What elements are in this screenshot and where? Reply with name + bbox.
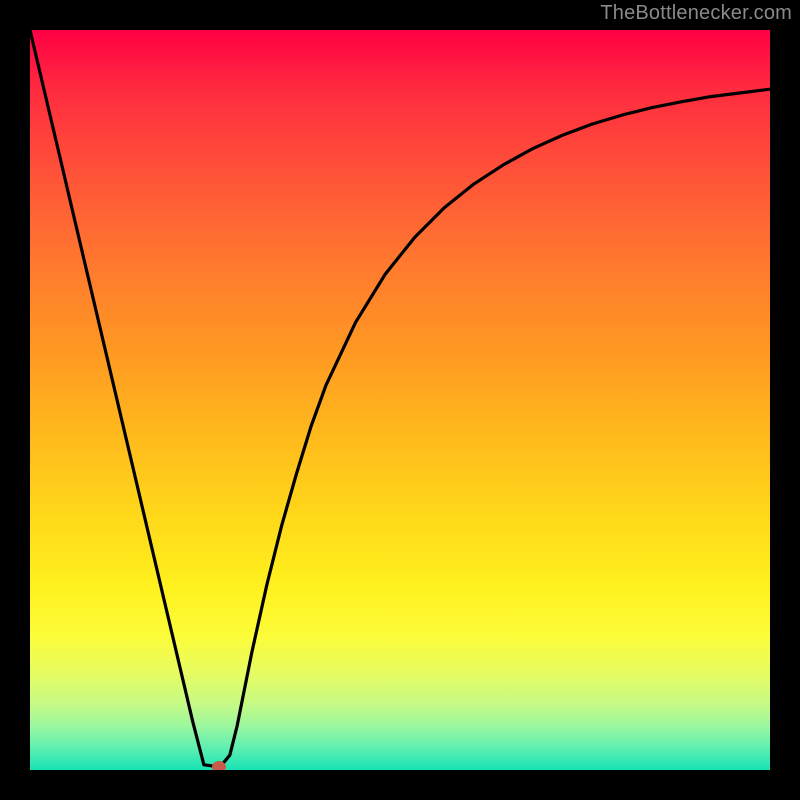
bottleneck-curve bbox=[30, 30, 770, 770]
chart-frame: TheBottlenecker.com bbox=[0, 0, 800, 800]
optimal-point-marker bbox=[212, 761, 226, 770]
plot-area bbox=[30, 30, 770, 770]
attribution-text: TheBottlenecker.com bbox=[600, 2, 792, 25]
